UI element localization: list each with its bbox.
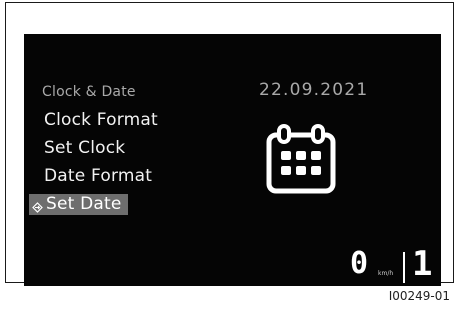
figure-id-label: I00249-01 [388, 289, 450, 303]
speed-unit: km/h [378, 270, 394, 277]
section-title: Clock & Date [42, 84, 136, 100]
menu-item-set-date[interactable]: Set Date [29, 194, 128, 215]
menu-item-label: Set Date [46, 194, 122, 214]
gear-indicator: 1 [412, 244, 433, 284]
calendar-icon [265, 124, 337, 196]
menu-item-clock-format[interactable]: Clock Format [44, 109, 158, 131]
menu-item-label: Set Clock [44, 138, 126, 158]
menu-item-label: Clock Format [44, 110, 158, 130]
speed-gear-divider [403, 252, 405, 283]
menu-item-set-clock[interactable]: Set Clock [44, 137, 125, 159]
diamond-arrow-icon [32, 198, 43, 213]
current-date-value: 22.09.2021 [259, 80, 369, 100]
menu-item-label: Date Format [44, 166, 153, 186]
instrument-display: Clock & Date 22.09.2021 Clock Format Set… [24, 34, 441, 286]
menu-item-date-format[interactable]: Date Format [44, 165, 152, 187]
speed-readout: 0 [350, 246, 369, 281]
